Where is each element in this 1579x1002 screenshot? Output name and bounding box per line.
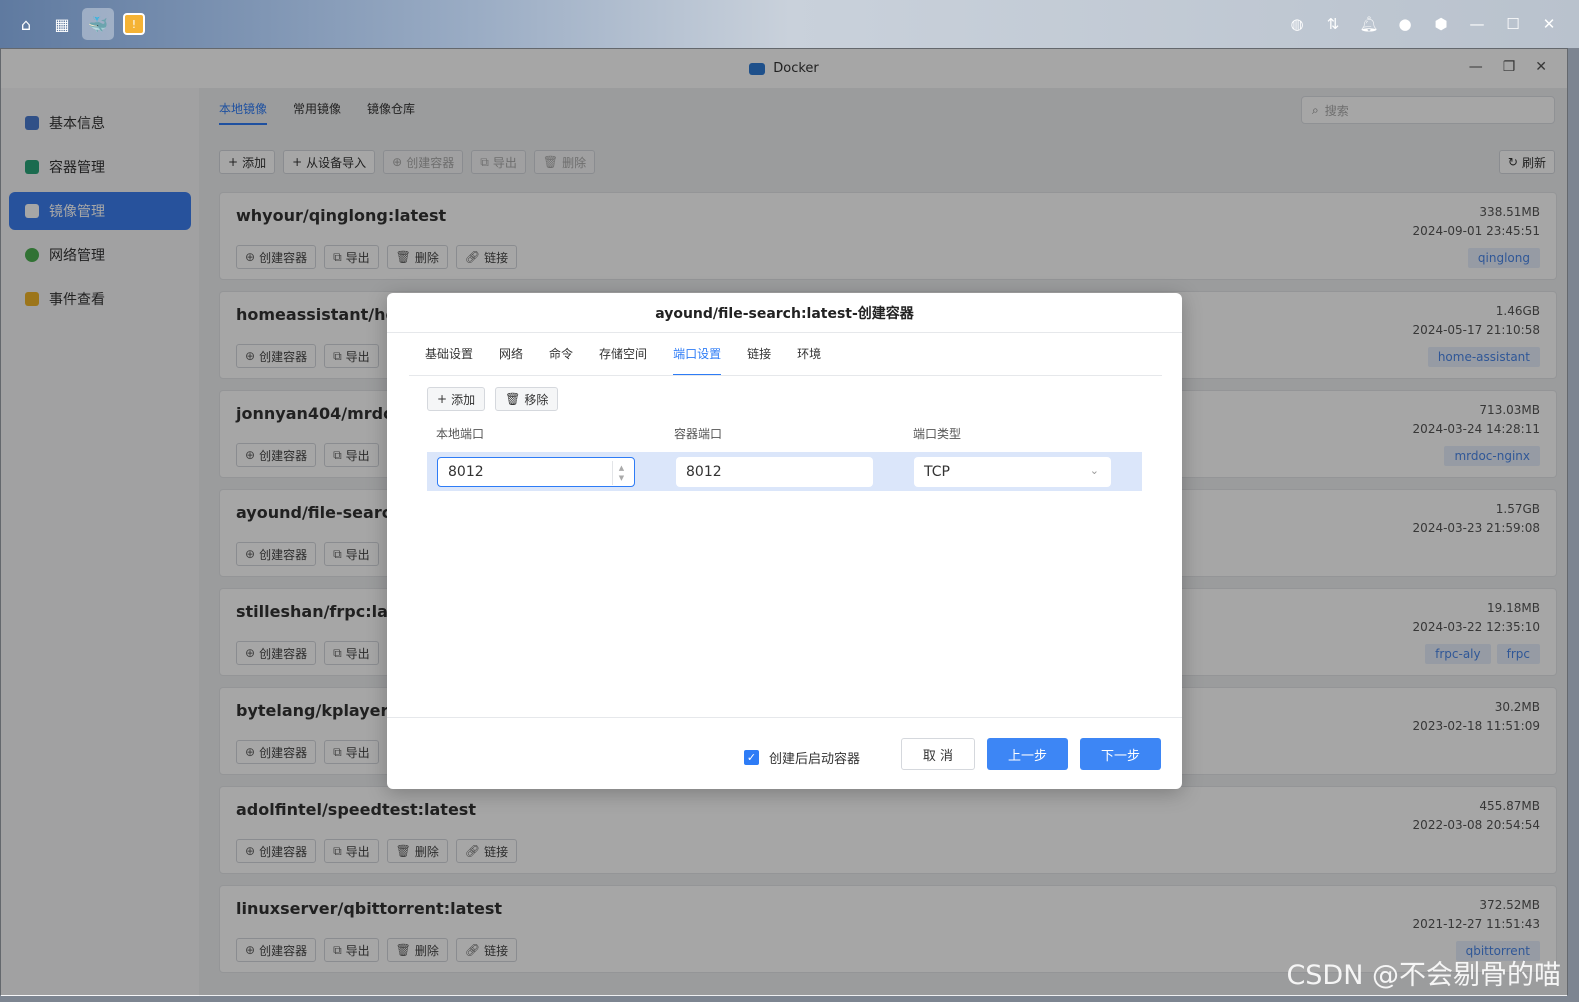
port-type-select[interactable]: TCP ⌄ — [914, 457, 1111, 487]
remove-port-label: 移除 — [524, 392, 549, 407]
local-port-input[interactable]: 8012 ▲ ▼ — [437, 457, 635, 487]
autostart-checkbox[interactable]: ✓ 创建后启动容器 — [744, 748, 860, 767]
notes-app-icon[interactable]: ! — [123, 13, 145, 35]
home-icon[interactable]: ⌂ — [10, 8, 42, 40]
plus-icon: + — [437, 392, 448, 406]
dialog-tabs: 基础设置 网络 命令 存储空间 端口设置 链接 环境 — [425, 345, 821, 376]
chevron-up-icon[interactable]: ▲ — [619, 463, 624, 473]
divider — [409, 375, 1162, 376]
column-local-port: 本地端口 — [436, 427, 485, 441]
dialog-title: ayound/file-search:latest-创建容器 — [387, 293, 1182, 333]
trash-icon: 🗑︎ — [505, 392, 521, 406]
system-taskbar: ⌂ ▦ 🐳 ! ◍ ⇅ 🔔︎ ● ⬢ — ☐ ✕ — [0, 0, 1579, 48]
globe-icon[interactable]: ◍ — [1281, 8, 1313, 40]
chevron-down-icon[interactable]: ▼ — [619, 473, 624, 483]
create-container-dialog: ayound/file-search:latest-创建容器 基础设置 网络 命… — [387, 293, 1182, 789]
cancel-button[interactable]: 取 消 — [901, 738, 975, 770]
add-port-label: 添加 — [451, 392, 476, 407]
bell-icon[interactable]: 🔔︎ — [1353, 8, 1385, 40]
port-actions: + 添加 🗑︎ 移除 — [427, 387, 559, 411]
watermark: CSDN @不会剔骨的喵 — [1286, 960, 1561, 991]
settings-icon[interactable]: ⬢ — [1425, 8, 1457, 40]
tab-command[interactable]: 命令 — [549, 345, 573, 376]
port-type-value: TCP — [924, 464, 950, 480]
tab-storage[interactable]: 存储空间 — [599, 345, 647, 376]
maximize-icon[interactable]: ☐ — [1497, 8, 1529, 40]
minimize-icon[interactable]: — — [1461, 8, 1493, 40]
number-stepper[interactable]: ▲ ▼ — [612, 461, 630, 485]
docker-app-icon[interactable]: 🐳 — [82, 8, 114, 40]
tab-port-settings[interactable]: 端口设置 — [673, 345, 722, 376]
column-port-type: 端口类型 — [913, 427, 962, 441]
transfer-icon[interactable]: ⇅ — [1317, 8, 1349, 40]
next-step-button[interactable]: 下一步 — [1080, 738, 1161, 770]
container-port-value: 8012 — [686, 464, 722, 480]
container-port-input[interactable]: 8012 — [676, 457, 873, 487]
autostart-label: 创建后启动容器 — [769, 752, 861, 767]
remove-port-button[interactable]: 🗑︎ 移除 — [495, 387, 559, 411]
checkbox-checked-icon[interactable]: ✓ — [744, 750, 759, 765]
tab-links[interactable]: 链接 — [747, 345, 771, 376]
tab-network[interactable]: 网络 — [499, 345, 523, 376]
port-row: 8012 ▲ ▼ 8012 TCP ⌄ — [427, 452, 1142, 491]
close-icon[interactable]: ✕ — [1533, 8, 1565, 40]
dialog-footer: ✓ 创建后启动容器 取 消 上一步 下一步 — [387, 717, 1182, 789]
tab-basic-settings[interactable]: 基础设置 — [425, 345, 473, 376]
user-icon[interactable]: ● — [1389, 8, 1421, 40]
add-port-button[interactable]: + 添加 — [427, 387, 486, 411]
previous-step-button[interactable]: 上一步 — [987, 738, 1068, 770]
apps-grid-icon[interactable]: ▦ — [46, 8, 78, 40]
column-container-port: 容器端口 — [674, 427, 723, 441]
chevron-down-icon: ⌄ — [1089, 464, 1099, 477]
tab-environment[interactable]: 环境 — [797, 345, 821, 376]
local-port-value: 8012 — [448, 464, 484, 480]
